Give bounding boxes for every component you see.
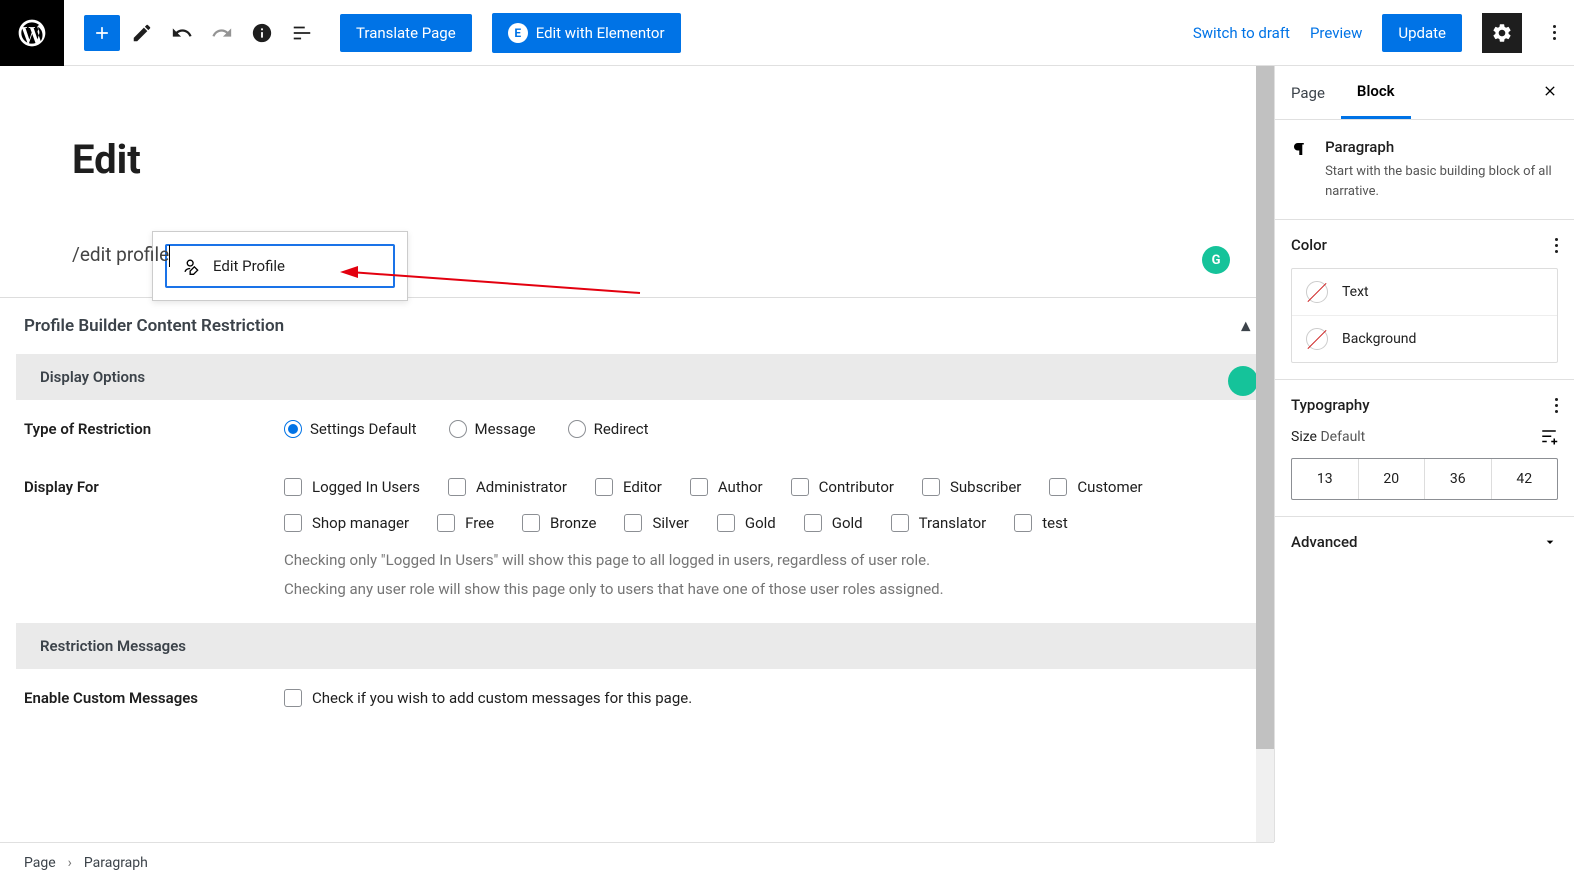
meta-header[interactable]: Profile Builder Content Restriction ▴	[0, 298, 1274, 354]
switch-draft-link[interactable]: Switch to draft	[1193, 24, 1290, 42]
chevron-right-icon: ›	[68, 855, 72, 871]
checkbox-subscriber[interactable]: Subscriber	[922, 478, 1021, 496]
breadcrumb-page[interactable]: Page	[24, 855, 56, 871]
enable-custom-label: Enable Custom Messages	[24, 689, 244, 707]
translate-button[interactable]: Translate Page	[340, 14, 472, 52]
update-button[interactable]: Update	[1382, 14, 1462, 52]
settings-button[interactable]	[1482, 13, 1522, 53]
page-title[interactable]: Edit	[0, 66, 1274, 183]
meta-header-label: Profile Builder Content Restriction	[24, 316, 284, 336]
color-background[interactable]: Background	[1292, 316, 1557, 362]
color-bg-label: Background	[1342, 331, 1416, 347]
checkbox-gold[interactable]: Gold	[717, 514, 776, 532]
radio-message[interactable]: Message	[449, 420, 536, 438]
restriction-messages-header: Restriction Messages	[16, 623, 1258, 669]
top-toolbar: Translate Page E Edit with Elementor Swi…	[0, 0, 1574, 66]
enable-custom-checkbox[interactable]: Check if you wish to add custom messages…	[284, 689, 1250, 707]
advanced-label: Advanced	[1291, 533, 1357, 551]
typo-options-icon[interactable]	[1555, 398, 1558, 413]
settings-sidebar: Page Block Paragraph Start with the basi…	[1274, 66, 1574, 842]
color-header: Color	[1291, 236, 1327, 254]
type-restriction-label: Type of Restriction	[24, 420, 244, 438]
swatch-icon	[1306, 281, 1328, 303]
collapse-icon[interactable]: ▴	[1241, 316, 1250, 336]
radio-redirect[interactable]: Redirect	[568, 420, 649, 438]
checkbox-shop-manager[interactable]: Shop manager	[284, 514, 409, 532]
checkbox-translator[interactable]: Translator	[891, 514, 987, 532]
checkbox-administrator[interactable]: Administrator	[448, 478, 567, 496]
checkbox-silver[interactable]: Silver	[624, 514, 688, 532]
breadcrumb: Page › Paragraph	[0, 842, 1274, 882]
info-icon[interactable]	[244, 15, 280, 51]
typography-header: Typography	[1291, 396, 1370, 414]
wordpress-logo[interactable]	[0, 0, 64, 66]
size-42[interactable]: 42	[1492, 459, 1558, 499]
advanced-toggle[interactable]: Advanced	[1275, 517, 1574, 567]
add-block-button[interactable]	[84, 15, 120, 51]
preview-link[interactable]: Preview	[1310, 24, 1362, 42]
size-value: Default	[1320, 429, 1365, 445]
checkbox-logged-in-users[interactable]: Logged In Users	[284, 478, 420, 496]
elementor-label: Edit with Elementor	[536, 24, 665, 42]
note-2: Checking any user role will show this pa…	[284, 577, 1250, 603]
checkbox-customer[interactable]: Customer	[1049, 478, 1142, 496]
checkbox-editor[interactable]: Editor	[595, 478, 662, 496]
content-restriction-panel: Profile Builder Content Restriction ▴ Di…	[0, 297, 1274, 727]
radio-settings-default[interactable]: Settings Default	[284, 420, 417, 438]
block-desc: Start with the basic building block of a…	[1325, 162, 1558, 201]
list-view-icon[interactable]	[284, 15, 320, 51]
display-options-header: Display Options	[16, 354, 1258, 400]
close-sidebar-icon[interactable]	[1526, 71, 1574, 115]
more-options-button[interactable]	[1542, 25, 1566, 40]
note-1: Checking only "Logged In Users" will sho…	[284, 548, 1250, 574]
checkbox-gold[interactable]: Gold	[804, 514, 863, 532]
display-for-label: Display For	[24, 478, 244, 496]
tab-page[interactable]: Page	[1275, 68, 1341, 118]
edit-elementor-button[interactable]: E Edit with Elementor	[492, 13, 681, 53]
size-20[interactable]: 20	[1359, 459, 1426, 499]
redo-icon[interactable]	[204, 15, 240, 51]
paragraph-icon	[1291, 138, 1309, 160]
checkbox-test[interactable]: test	[1014, 514, 1068, 532]
color-options-icon[interactable]	[1555, 238, 1558, 253]
undo-icon[interactable]	[164, 15, 200, 51]
breadcrumb-paragraph[interactable]: Paragraph	[84, 855, 148, 871]
color-text-label: Text	[1342, 284, 1369, 300]
elementor-icon: E	[508, 23, 528, 43]
scrollbar[interactable]	[1256, 66, 1274, 842]
sliders-icon[interactable]	[1540, 428, 1558, 446]
color-text[interactable]: Text	[1292, 269, 1557, 316]
tools-icon[interactable]	[124, 15, 160, 51]
checkbox-free[interactable]: Free	[437, 514, 494, 532]
checkbox-contributor[interactable]: Contributor	[791, 478, 894, 496]
editor-canvas: Edit Edit Profile G /edit profile Pr	[0, 66, 1274, 842]
tab-block[interactable]: Block	[1341, 66, 1411, 119]
size-13[interactable]: 13	[1292, 459, 1359, 499]
size-36[interactable]: 36	[1425, 459, 1492, 499]
swatch-icon	[1306, 328, 1328, 350]
enable-custom-text: Check if you wish to add custom messages…	[312, 689, 692, 707]
checkbox-bronze[interactable]: Bronze	[522, 514, 596, 532]
chevron-down-icon	[1542, 534, 1558, 550]
grammarly-badge-icon[interactable]	[1228, 366, 1258, 396]
block-name: Paragraph	[1325, 138, 1558, 156]
paragraph-block-input[interactable]: /edit profile	[0, 183, 1274, 297]
checkbox-author[interactable]: Author	[690, 478, 763, 496]
size-label: Size	[1291, 429, 1317, 445]
